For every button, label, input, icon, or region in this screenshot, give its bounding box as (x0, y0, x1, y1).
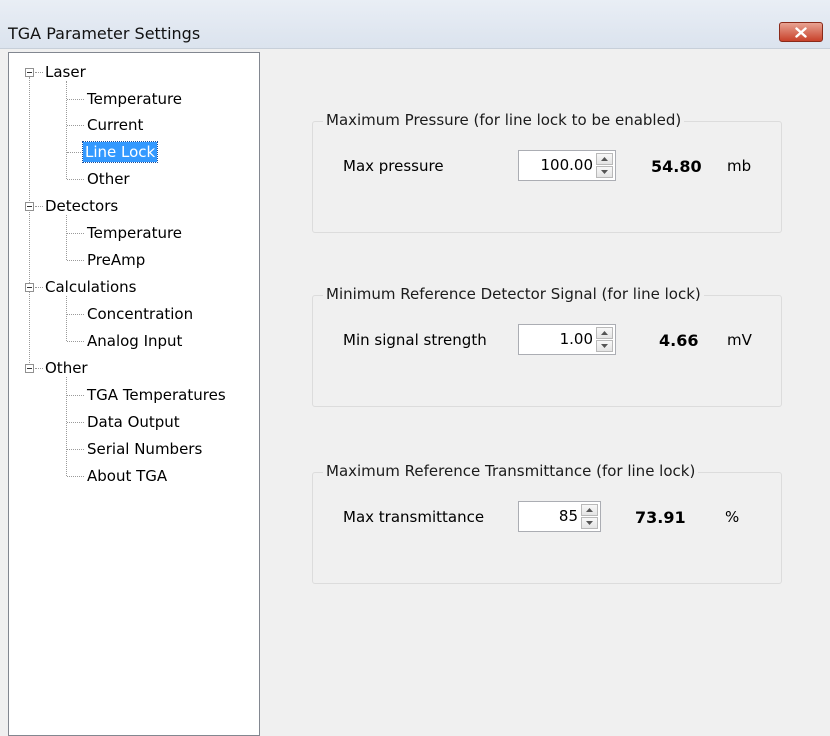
tree-node-other[interactable]: Other (43, 358, 90, 378)
spinbox-value[interactable]: 85 (559, 507, 578, 525)
current-reading: 4.66 (659, 331, 699, 350)
spin-buttons (596, 153, 613, 178)
collapse-minus-icon[interactable] (25, 68, 34, 77)
spin-up-icon[interactable] (596, 153, 613, 165)
group-title: Maximum Reference Transmittance (for lin… (323, 462, 699, 480)
max-transmittance-spinbox[interactable]: 85 (518, 501, 601, 532)
tree-connector (35, 72, 43, 73)
param-label: Max transmittance (343, 508, 485, 526)
tree-node-laser-other[interactable]: Other (85, 169, 132, 189)
current-reading: 54.80 (651, 157, 702, 176)
max-pressure-group: Maximum Pressure (for line lock to be en… (312, 111, 782, 233)
tga-parameter-settings-window: TGA Parameter Settings Laser Temperature… (0, 0, 830, 736)
tree-node-tga-temperatures[interactable]: TGA Temperatures (85, 385, 228, 405)
spin-buttons (596, 327, 613, 352)
tree-node-concentration[interactable]: Concentration (85, 304, 195, 324)
tree-node-analog-input[interactable]: Analog Input (85, 331, 184, 351)
spin-buttons (581, 504, 598, 529)
tree-connector (67, 152, 81, 153)
tree-node-line-lock[interactable]: Line Lock (81, 141, 159, 163)
tree-connector (67, 179, 84, 180)
tree-node-preamp[interactable]: PreAmp (85, 250, 147, 270)
tree-connector (67, 341, 84, 342)
tree-node-detectors-temperature[interactable]: Temperature (85, 223, 184, 243)
tree-node-laser[interactable]: Laser (43, 62, 88, 82)
tree-root-line (29, 77, 30, 369)
close-button[interactable] (779, 22, 823, 42)
group-title: Maximum Pressure (for line lock to be en… (323, 111, 685, 129)
collapse-minus-icon[interactable] (25, 283, 34, 292)
max-pressure-spinbox[interactable]: 100.00 (518, 150, 616, 181)
param-label: Min signal strength (343, 331, 487, 349)
tree-node-detectors[interactable]: Detectors (43, 196, 120, 216)
tree-branch-line (66, 377, 67, 476)
unit-label: mb (727, 157, 752, 175)
tree-node-about-tga[interactable]: About TGA (85, 466, 169, 486)
window-title: TGA Parameter Settings (8, 24, 201, 43)
unit-label: mV (727, 331, 752, 349)
tree-node-laser-current[interactable]: Current (85, 115, 145, 135)
collapse-minus-icon[interactable] (25, 202, 34, 211)
current-reading: 73.91 (635, 508, 686, 527)
tree-connector (35, 287, 43, 288)
spin-down-icon[interactable] (596, 166, 613, 178)
tree-node-serial-numbers[interactable]: Serial Numbers (85, 439, 204, 459)
spinbox-value[interactable]: 100.00 (541, 156, 594, 174)
tree-connector (67, 314, 84, 315)
collapse-minus-icon[interactable] (25, 364, 34, 373)
close-icon (795, 26, 807, 38)
tree-connector (67, 233, 84, 234)
param-label: Max pressure (343, 157, 444, 175)
tree-connector (67, 125, 84, 126)
tree-connector (67, 99, 84, 100)
spinbox-value[interactable]: 1.00 (560, 330, 593, 348)
tree-connector (67, 260, 84, 261)
spin-down-icon[interactable] (581, 517, 598, 529)
max-reference-transmittance-group: Maximum Reference Transmittance (for lin… (312, 462, 782, 584)
tree-node-laser-temperature[interactable]: Temperature (85, 89, 184, 109)
spin-up-icon[interactable] (581, 504, 598, 516)
tree-connector (67, 422, 84, 423)
tree-branch-line (66, 215, 67, 260)
title-bar[interactable]: TGA Parameter Settings (0, 0, 830, 49)
tree-connector (35, 368, 43, 369)
spin-down-icon[interactable] (596, 340, 613, 352)
spin-up-icon[interactable] (596, 327, 613, 339)
tree-node-calculations[interactable]: Calculations (43, 277, 139, 297)
tree-connector (67, 476, 84, 477)
tree-branch-line (66, 81, 67, 179)
settings-panel: Maximum Pressure (for line lock to be en… (262, 49, 830, 736)
settings-tree[interactable]: Laser Temperature Current Line Lock Othe… (8, 52, 260, 736)
group-title: Minimum Reference Detector Signal (for l… (323, 285, 704, 303)
tree-branch-line (66, 296, 67, 341)
min-signal-spinbox[interactable]: 1.00 (518, 324, 616, 355)
tree-connector (35, 206, 43, 207)
tree-connector (67, 449, 84, 450)
tree-node-data-output[interactable]: Data Output (85, 412, 182, 432)
min-reference-signal-group: Minimum Reference Detector Signal (for l… (312, 285, 782, 407)
unit-label: % (725, 508, 740, 526)
tree-connector (67, 395, 84, 396)
